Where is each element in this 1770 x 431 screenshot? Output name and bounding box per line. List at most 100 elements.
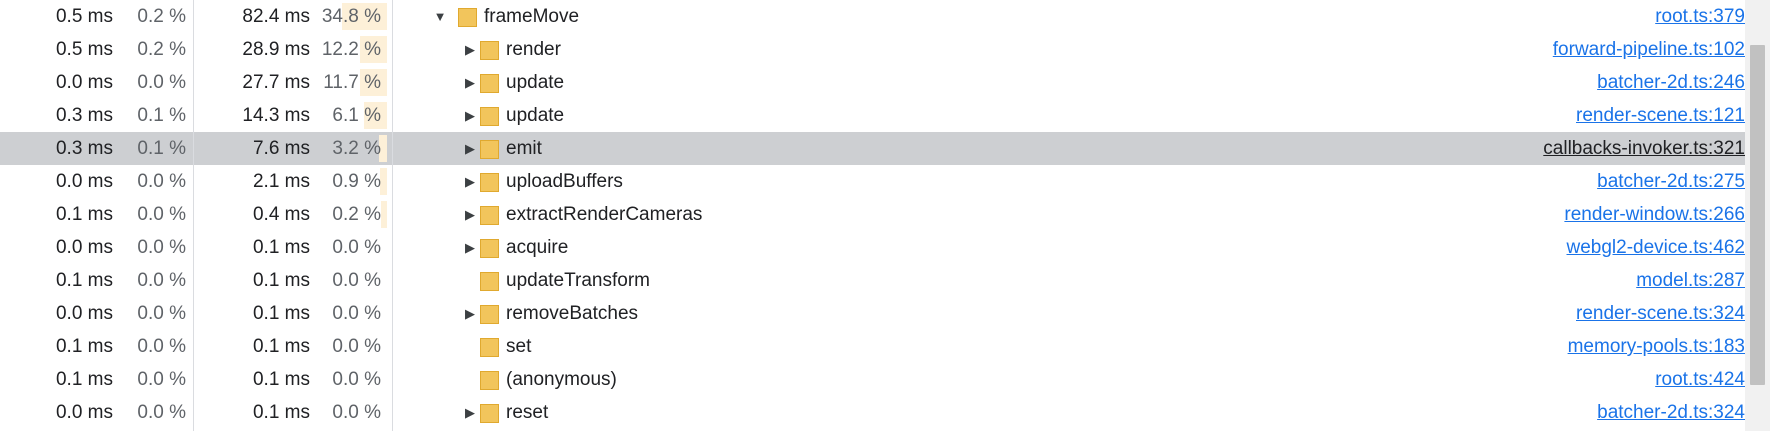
total-percent-value: 6.1 % xyxy=(332,105,381,126)
table-row[interactable]: 0.3 ms 0.1 % 14.3 ms 6.1 % ▶ update render-sce… xyxy=(0,99,1745,132)
self-time-value: 0.3 ms xyxy=(55,138,113,159)
self-percent-value: 0.1 % xyxy=(137,138,186,159)
total-time-cell: 0.1 ms 0.0 % xyxy=(195,264,387,297)
total-percent-value: 0.0 % xyxy=(332,237,381,258)
total-percent-value: 34.8 % xyxy=(321,6,381,27)
source-link[interactable]: root.ts:424 xyxy=(1655,363,1745,396)
function-swatch-icon xyxy=(480,107,499,126)
triangle-right-icon[interactable]: ▶ xyxy=(462,198,478,231)
function-swatch-icon xyxy=(480,371,499,390)
self-percent-value: 0.0 % xyxy=(137,369,186,390)
total-time-value: 2.1 ms xyxy=(252,171,310,192)
total-percent-value: 0.2 % xyxy=(332,204,381,225)
self-percent-value: 0.2 % xyxy=(137,39,186,60)
self-percent-value: 0.0 % xyxy=(137,204,186,225)
table-row[interactable]: 0.5 ms 0.2 % 28.9 ms 12.2 % ▶ render forward-p… xyxy=(0,33,1745,66)
triangle-right-icon[interactable]: ▶ xyxy=(462,66,478,99)
total-percent-value: 0.0 % xyxy=(332,270,381,291)
table-row[interactable]: 0.0 ms 0.0 % 0.1 ms 0.0 % ▶ acquire webgl2-dev… xyxy=(0,231,1745,264)
self-percent-value: 0.0 % xyxy=(137,336,186,357)
total-time-column-divider[interactable] xyxy=(392,0,393,431)
function-name: update xyxy=(506,72,565,93)
total-time-value: 14.3 ms xyxy=(242,105,310,126)
function-swatch-icon xyxy=(480,173,499,192)
self-time-column-divider[interactable] xyxy=(193,0,194,431)
triangle-right-icon[interactable]: ▶ xyxy=(462,165,478,198)
total-percent-bar xyxy=(381,201,387,228)
total-time-value: 28.9 ms xyxy=(242,39,310,60)
function-swatch-icon xyxy=(480,41,499,60)
total-time-value: 0.1 ms xyxy=(252,237,310,258)
total-time-cell: 0.1 ms 0.0 % xyxy=(195,297,387,330)
total-time-cell: 0.1 ms 0.0 % xyxy=(195,330,387,363)
triangle-right-icon[interactable]: ▶ xyxy=(462,33,478,66)
scrollbar-thumb[interactable] xyxy=(1750,45,1765,385)
source-link[interactable]: root.ts:379 xyxy=(1655,0,1745,33)
source-link[interactable]: webgl2-device.ts:462 xyxy=(1567,231,1746,264)
total-time-cell: 0.1 ms 0.0 % xyxy=(195,231,387,264)
function-name: set xyxy=(506,336,532,357)
triangle-right-icon[interactable]: ▶ xyxy=(462,396,478,429)
function-swatch-icon xyxy=(480,140,499,159)
table-row[interactable]: 0.1 ms 0.0 % 0.1 ms 0.0 % (anonymous) root.ts… xyxy=(0,363,1745,396)
triangle-right-icon[interactable]: ▶ xyxy=(462,231,478,264)
self-time-value: 0.0 ms xyxy=(55,303,113,324)
self-percent-value: 0.0 % xyxy=(137,402,186,423)
function-swatch-icon xyxy=(480,239,499,258)
function-name: frameMove xyxy=(484,6,580,27)
total-time-cell: 0.1 ms 0.0 % xyxy=(195,363,387,396)
function-swatch-icon xyxy=(480,206,499,225)
table-row[interactable]: 0.5 ms 0.2 % 82.4 ms 34.8 % ▼ frameMove root.t… xyxy=(0,0,1745,33)
source-link[interactable]: render-window.ts:266 xyxy=(1564,198,1745,231)
table-row[interactable]: 0.0 ms 0.0 % 27.7 ms 11.7 % ▶ update batcher-2… xyxy=(0,66,1745,99)
table-row[interactable]: 0.0 ms 0.0 % 2.1 ms 0.9 % ▶ uploadBuffers batc… xyxy=(0,165,1745,198)
self-percent-value: 0.2 % xyxy=(137,6,186,27)
source-link[interactable]: batcher-2d.ts:275 xyxy=(1597,165,1745,198)
table-row[interactable]: 0.1 ms 0.0 % 0.1 ms 0.0 % updateTransform mod… xyxy=(0,264,1745,297)
self-time-value: 0.5 ms xyxy=(55,39,113,60)
triangle-right-icon[interactable]: ▶ xyxy=(462,132,478,165)
self-time-value: 0.1 ms xyxy=(55,336,113,357)
total-time-value: 0.1 ms xyxy=(252,402,310,423)
source-link[interactable]: model.ts:287 xyxy=(1636,264,1745,297)
source-link[interactable]: batcher-2d.ts:246 xyxy=(1597,66,1745,99)
triangle-right-icon[interactable]: ▶ xyxy=(462,297,478,330)
self-time-value: 0.3 ms xyxy=(55,105,113,126)
function-name: update xyxy=(506,105,565,126)
self-time-value: 0.5 ms xyxy=(55,6,113,27)
source-link[interactable]: callbacks-invoker.ts:321 xyxy=(1543,132,1745,165)
total-time-cell: 0.4 ms 0.2 % xyxy=(195,198,387,231)
self-time-value: 0.0 ms xyxy=(55,171,113,192)
total-time-value: 0.1 ms xyxy=(252,336,310,357)
function-swatch-icon xyxy=(480,272,499,291)
total-time-cell: 0.1 ms 0.0 % xyxy=(195,396,387,429)
function-swatch-icon xyxy=(480,404,499,423)
vertical-scrollbar[interactable] xyxy=(1745,0,1770,431)
source-link[interactable]: render-scene.ts:324 xyxy=(1576,297,1745,330)
total-percent-value: 0.0 % xyxy=(332,336,381,357)
source-link[interactable]: memory-pools.ts:183 xyxy=(1568,330,1745,363)
table-row[interactable]: 0.3 ms 0.1 % 7.6 ms 3.2 % ▶ emit callbacks-inv… xyxy=(0,132,1745,165)
source-link[interactable]: render-scene.ts:121 xyxy=(1576,99,1745,132)
total-time-value: 0.1 ms xyxy=(252,270,310,291)
table-row[interactable]: 0.1 ms 0.0 % 0.4 ms 0.2 % ▶ extractRenderCame… xyxy=(0,198,1745,231)
table-row[interactable]: 0.0 ms 0.0 % 0.1 ms 0.0 % ▶ removeBatches rend… xyxy=(0,297,1745,330)
total-time-value: 0.1 ms xyxy=(252,303,310,324)
total-time-cell: 82.4 ms 34.8 % xyxy=(195,0,387,33)
total-time-value: 7.6 ms xyxy=(252,138,310,159)
total-time-value: 0.1 ms xyxy=(252,369,310,390)
function-name: (anonymous) xyxy=(506,369,617,390)
table-row[interactable]: 0.1 ms 0.0 % 0.1 ms 0.0 % set memory-pools.ts… xyxy=(0,330,1745,363)
table-row[interactable]: 0.0 ms 0.0 % 0.1 ms 0.0 % ▶ reset batcher-2d.t… xyxy=(0,396,1745,429)
total-percent-value: 11.7 % xyxy=(323,72,381,93)
total-time-cell: 14.3 ms 6.1 % xyxy=(195,99,387,132)
self-time-value: 0.1 ms xyxy=(55,369,113,390)
total-time-cell: 2.1 ms 0.9 % xyxy=(195,165,387,198)
triangle-right-icon[interactable]: ▶ xyxy=(462,99,478,132)
source-link[interactable]: forward-pipeline.ts:102 xyxy=(1553,33,1745,66)
total-time-value: 82.4 ms xyxy=(242,6,310,27)
source-link[interactable]: batcher-2d.ts:324 xyxy=(1597,396,1745,429)
self-time-value: 0.1 ms xyxy=(55,204,113,225)
function-name: removeBatches xyxy=(506,303,639,324)
triangle-down-icon[interactable]: ▼ xyxy=(432,0,448,33)
